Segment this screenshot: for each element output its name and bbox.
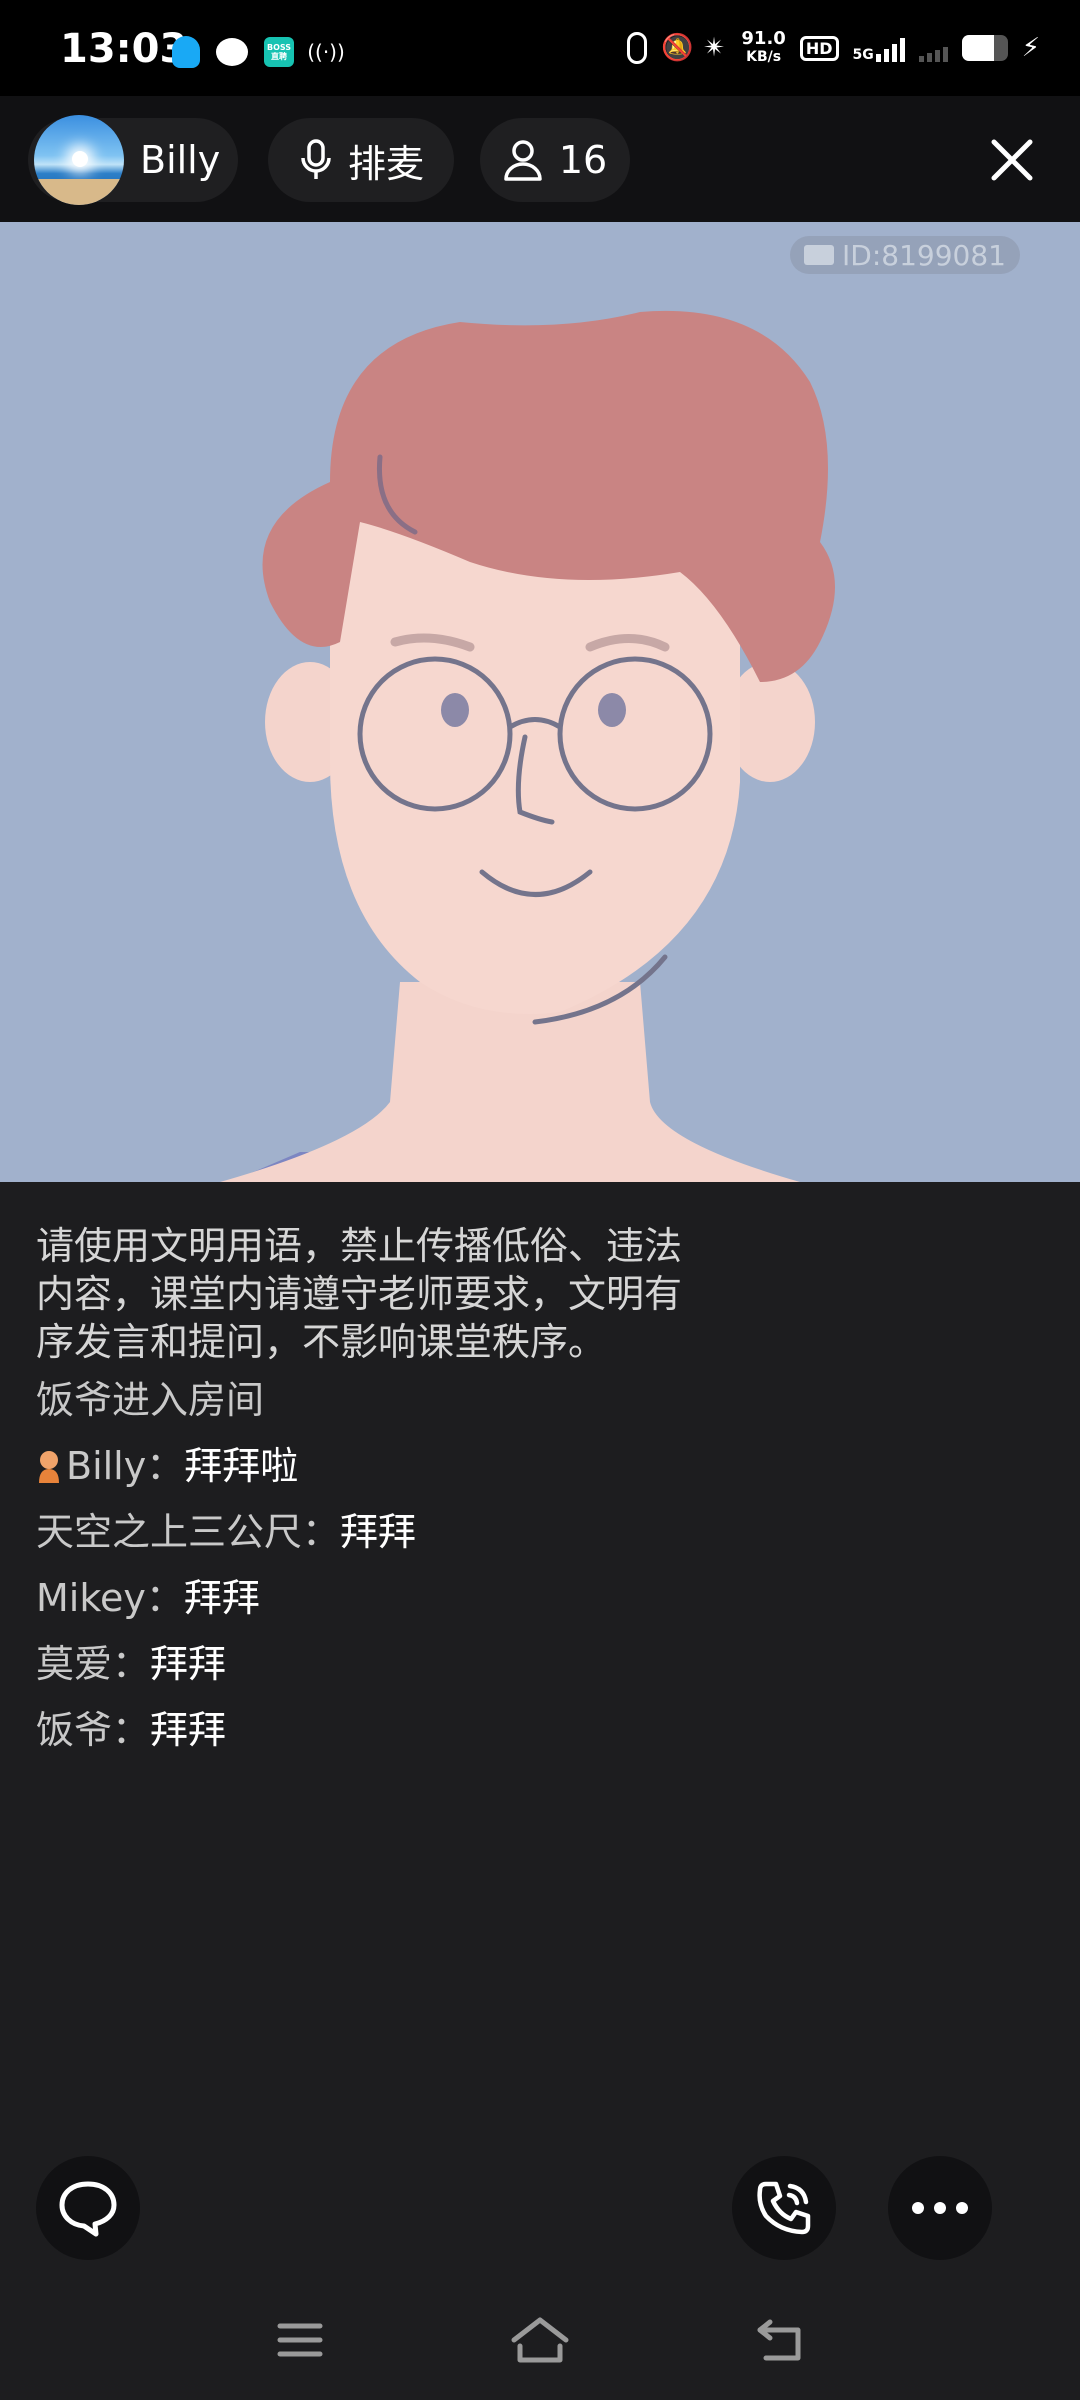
chat-user: Mikey： [36,1576,184,1620]
chat-user: 天空之上三公尺： [36,1510,341,1554]
system-message: 饭爷进入房间 [36,1378,265,1422]
chat-bubble-icon [59,2181,117,2237]
home-button[interactable] [510,2310,570,2370]
chat-message: Mikey： 拜拜 [36,1574,796,1622]
person-icon [504,140,542,181]
mic-queue-label: 排麦 [347,141,424,186]
chat-message: 莫爱： 拜拜 [36,1640,796,1688]
signal-2-icon [918,34,948,62]
teacher-avatar-illustration [220,310,835,1182]
chat-user: 饭爷： [36,1708,151,1752]
system-navigation-bar [0,2280,1080,2400]
close-icon[interactable] [988,136,1036,184]
chat-text: 拜拜 [183,1576,260,1620]
participant-count: 16 [558,138,608,182]
mic-queue-button[interactable]: 排麦 [268,118,454,202]
charging-icon: ⚡ [1021,33,1040,63]
clock: 13:03 [60,26,188,72]
menu-icon [277,2323,323,2357]
hd-voice-badge: HD [799,35,839,61]
status-bar: 13:03 BOSS 直聘 ((·)) 🔕 ✴ 91.0 KB/s HD 5G … [0,0,1080,96]
room-id-badge: ID:8199081 [790,236,1020,274]
more-button[interactable] [888,2156,992,2260]
call-button[interactable] [732,2156,836,2260]
room-rules-notice: 请使用文明用语，禁止传播低俗、违法 内容，课堂内请遵守老师要求，文明有 序发言和… [36,1224,683,1364]
camera-icon [804,245,835,265]
mic-in-use-icon [627,32,648,64]
back-icon [757,2319,801,2361]
host-profile-button[interactable]: Billy [28,115,238,205]
back-button[interactable] [750,2310,810,2370]
host-name: Billy [140,138,221,182]
wechat-icon [216,38,248,66]
chat-text: 拜拜 [340,1510,417,1554]
signal-icon [875,34,905,62]
more-dots-icon [912,2202,968,2214]
video-stream[interactable]: ID:8199081 [0,222,1080,1182]
notification-icons: BOSS 直聘 ((·)) [172,36,345,68]
qq-icon [172,36,200,68]
chat-message: Billy： 拜拜啦 [36,1442,796,1490]
chat-feed: 请使用文明用语，禁止传播低俗、违法 内容，课堂内请遵守老师要求，文明有 序发言和… [36,1222,796,1754]
chat-text: 拜拜 [150,1708,227,1752]
mute-bell-icon: 🔕 [661,33,694,63]
boss-app-icon: BOSS 直聘 [264,37,294,67]
room-header: Billy 排麦 16 [0,96,1080,222]
phone-call-icon [757,2181,811,2235]
avatar [34,115,124,205]
chat-user: Billy： [66,1444,185,1488]
participants-button[interactable]: 16 [480,118,630,202]
home-icon [511,2317,569,2363]
room-id: ID:8199081 [842,238,1006,272]
network-type: 5G [852,47,874,63]
chat-message: 饭爷： 拜拜 [36,1706,796,1754]
chat-text: 拜拜啦 [184,1444,299,1488]
chat-button[interactable] [36,2156,140,2260]
recent-apps-button[interactable] [270,2310,330,2370]
battery-icon [961,35,1008,61]
microphone-icon [301,139,331,179]
chat-message: 天空之上三公尺： 拜拜 [36,1508,796,1556]
hotspot-icon: ((·)) [307,40,345,64]
chat-user: 莫爱： [36,1642,151,1686]
network-speed: 91.0 KB/s [741,28,786,66]
system-indicators: 🔕 ✴ 91.0 KB/s HD 5G ⚡ [627,30,1040,66]
bluetooth-icon: ✴ [703,33,726,63]
chat-text: 拜拜 [150,1642,227,1686]
teacher-badge-icon [39,1451,59,1483]
